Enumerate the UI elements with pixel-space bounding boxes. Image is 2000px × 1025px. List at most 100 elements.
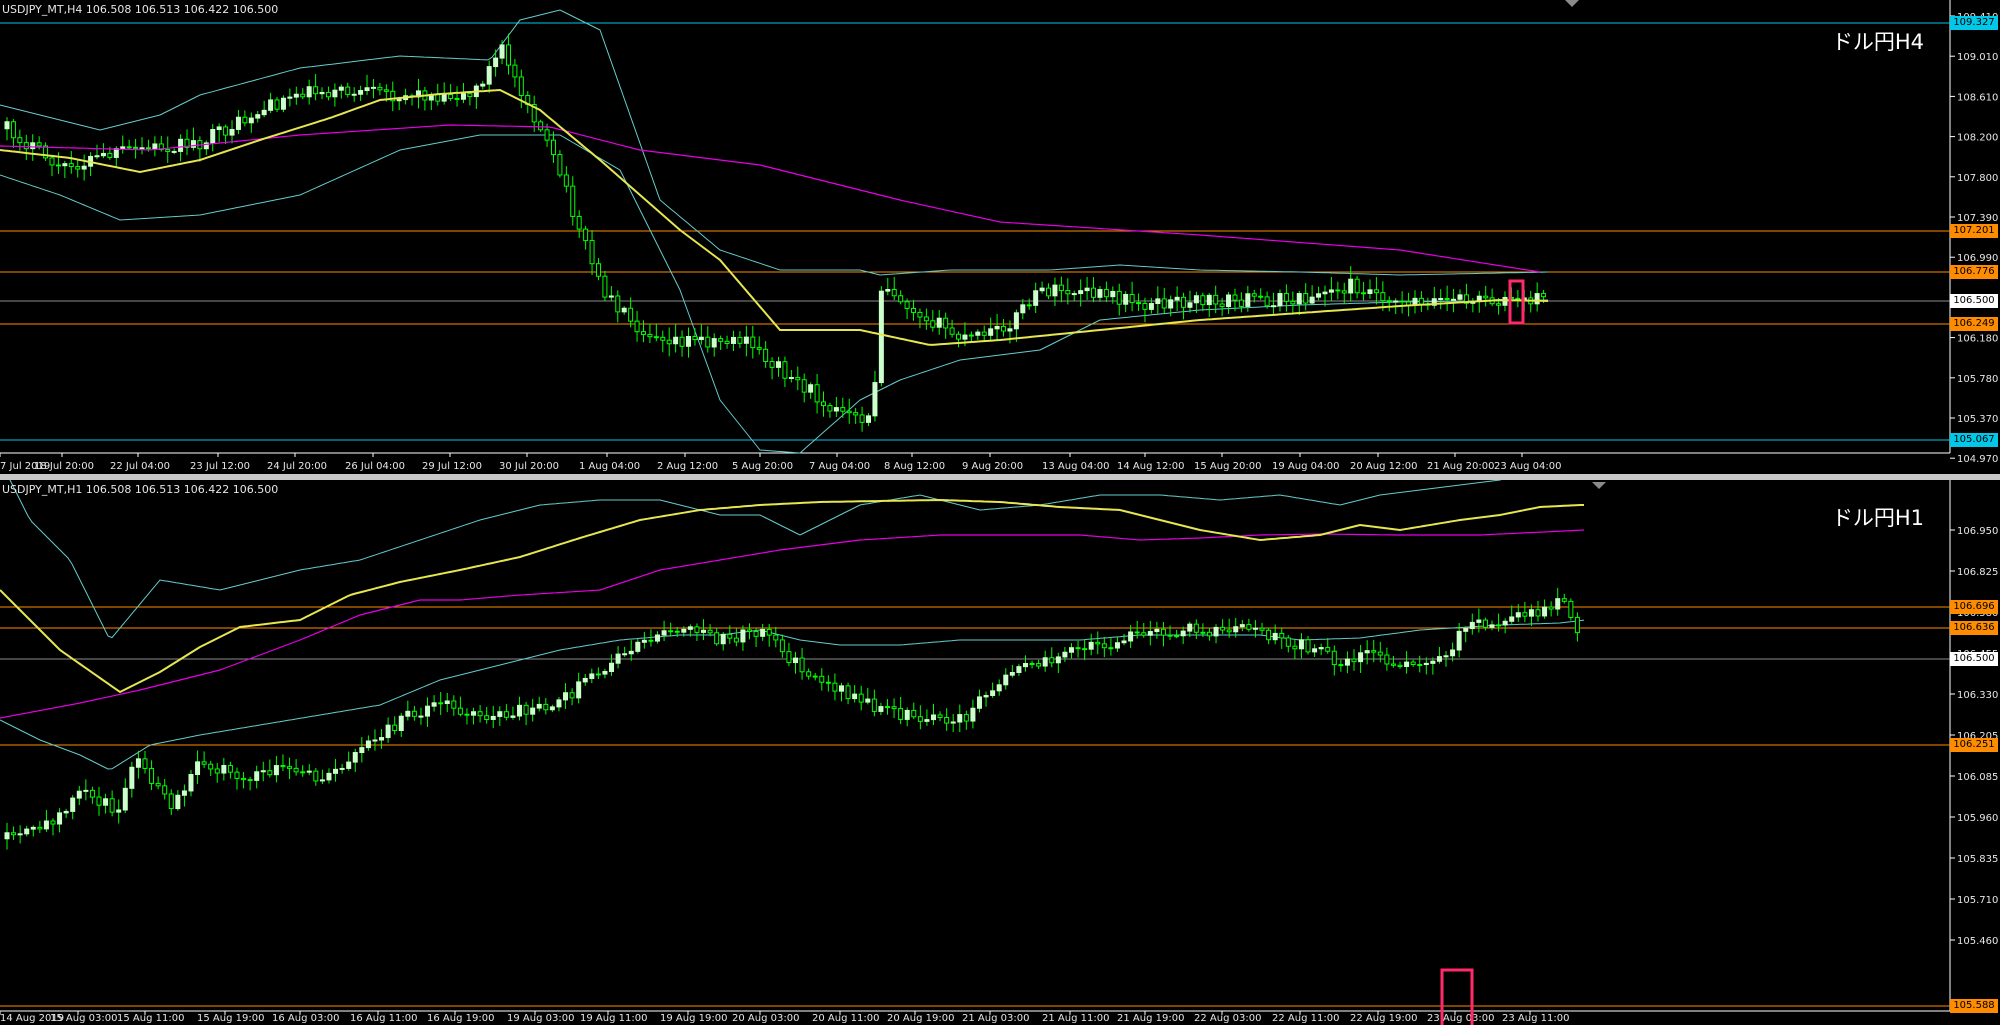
h1-candle-body	[707, 629, 713, 634]
h1-candle-body	[103, 798, 109, 806]
h1-candle-body	[668, 630, 674, 633]
h4-candle-body	[1258, 295, 1264, 298]
h1-time-tick-label: 15 Aug 03:00	[50, 1013, 117, 1024]
h1-candle-body	[1443, 655, 1449, 658]
h1-candle-body	[188, 774, 194, 792]
h1-candle-body	[1226, 629, 1232, 633]
h1-candle-body	[1187, 623, 1193, 632]
h1-candle-body	[1082, 648, 1088, 651]
h4-time-tick-label: 30 Jul 20:00	[499, 461, 559, 472]
h1-candle-body	[569, 692, 575, 699]
h4-candle-body	[776, 361, 781, 368]
h1-candle-body	[1016, 666, 1022, 674]
h4-candle-body	[1187, 302, 1193, 308]
h4-candle-body	[1200, 295, 1206, 306]
h4-shift-marker-icon[interactable]	[1565, 0, 1579, 7]
h1-candle-body	[950, 721, 956, 724]
h4-candle-body	[512, 64, 518, 78]
h1-candle-body	[142, 758, 148, 769]
h1-candle-body	[267, 770, 273, 776]
h4-candle-body	[1251, 293, 1257, 297]
h4-time-tick-label: 7 Aug 04:00	[809, 461, 870, 472]
h4-candle-body	[814, 384, 820, 403]
h1-candle-body	[1167, 634, 1173, 637]
h1-candle-body	[418, 715, 424, 718]
h1-candle-body	[1325, 647, 1331, 652]
h1-candle-body	[1055, 656, 1061, 664]
h4-candle-body	[1399, 300, 1405, 303]
h4-candle-body	[640, 331, 646, 335]
h1-candle-body	[109, 798, 115, 813]
h1-candle-body	[1285, 637, 1291, 647]
h1-candle-body	[924, 719, 930, 722]
h1-candle-body	[1213, 626, 1219, 637]
h1-chart-panel[interactable]: 106.950106.825106.580106.455106.330106.2…	[0, 480, 2000, 1025]
h4-level-tag: 106.249	[1950, 317, 1998, 331]
h1-candle-body	[1522, 612, 1528, 617]
h1-candle-body	[1469, 621, 1475, 630]
h4-candle-body	[1213, 294, 1219, 305]
h1-candle-body	[333, 768, 339, 774]
h4-candle-body	[1418, 297, 1424, 305]
h1-candle-body	[1561, 598, 1567, 602]
h4-candle-body	[107, 152, 113, 158]
h4-candle-body	[956, 333, 962, 340]
h4-candle-body	[589, 240, 595, 265]
h4-candle-body	[23, 142, 29, 150]
h4-candle-body	[1483, 295, 1489, 299]
h1-candle-body	[957, 714, 963, 723]
h1-time-tick-label: 20 Aug 11:00	[812, 1013, 879, 1024]
h1-candle-body	[1134, 631, 1140, 634]
h1-candle-body	[1220, 626, 1226, 631]
h1-candle-body	[37, 826, 43, 830]
h4-candle-body	[608, 295, 614, 298]
h4-candle-body	[30, 142, 36, 150]
h1-candle-body	[1305, 639, 1311, 653]
h1-price-tick-label: 105.960	[1957, 813, 1998, 824]
h4-candle-body	[396, 99, 402, 102]
h1-candle-body	[543, 703, 549, 711]
h1-candle-body	[891, 706, 897, 710]
h1-candle-body	[1049, 657, 1055, 664]
h4-candle-body	[1193, 295, 1199, 304]
h1-candle-body	[339, 767, 345, 770]
h1-candle-body	[89, 789, 95, 798]
h1-candle-body	[1574, 616, 1580, 634]
h1-chart-canvas[interactable]: 106.950106.825106.580106.455106.330106.2…	[0, 480, 2000, 1025]
h1-candle-body	[227, 764, 233, 773]
h4-candle-body	[1078, 290, 1084, 295]
h4-candle-body	[518, 76, 524, 96]
h4-chart-canvas[interactable]: 109.410109.010108.610108.200107.800107.3…	[0, 0, 2000, 474]
h1-candle-body	[1009, 672, 1015, 676]
h1-candle-body	[431, 702, 437, 707]
h1-shift-marker-icon[interactable]	[1592, 482, 1606, 489]
h1-candle-body	[976, 696, 982, 709]
h1-time-tick-label: 21 Aug 11:00	[1042, 1013, 1109, 1024]
h4-candle-body	[306, 86, 312, 98]
h4-time-tick-label: 26 Jul 04:00	[345, 461, 405, 472]
h4-highlight-box[interactable]	[1508, 279, 1525, 325]
h1-time-tick-label: 19 Aug 19:00	[660, 1013, 727, 1024]
h4-candle-body	[1502, 296, 1508, 306]
h1-candle-body	[1371, 650, 1377, 653]
h4-candle-body	[133, 146, 139, 149]
h1-candle-body	[43, 820, 49, 830]
h4-candle-body	[1322, 291, 1328, 295]
h4-candle-body	[1515, 297, 1521, 300]
h4-candle-body	[499, 44, 505, 59]
h1-time-tick-label: 22 Aug 19:00	[1350, 1013, 1417, 1024]
h4-candle-body	[1354, 278, 1360, 294]
h1-candle-body	[832, 682, 838, 692]
h4-candle-body	[570, 185, 576, 217]
h4-chart-header: USDJPY_MT,H4 106.508 106.513 106.422 106…	[2, 3, 279, 16]
h1-candle-body	[50, 820, 56, 825]
h4-candle-body	[293, 93, 299, 98]
h1-candle-body	[602, 670, 608, 675]
h4-candle-body	[1103, 289, 1109, 298]
h1-candle-body	[300, 771, 306, 774]
h4-time-tick-label: 2 Aug 12:00	[657, 461, 718, 472]
h4-chart-panel[interactable]: 109.410109.010108.610108.200107.800107.3…	[0, 0, 2000, 474]
h4-candle-body	[1303, 293, 1309, 304]
h4-candle-body	[313, 86, 319, 95]
h1-candle-body	[149, 767, 155, 784]
